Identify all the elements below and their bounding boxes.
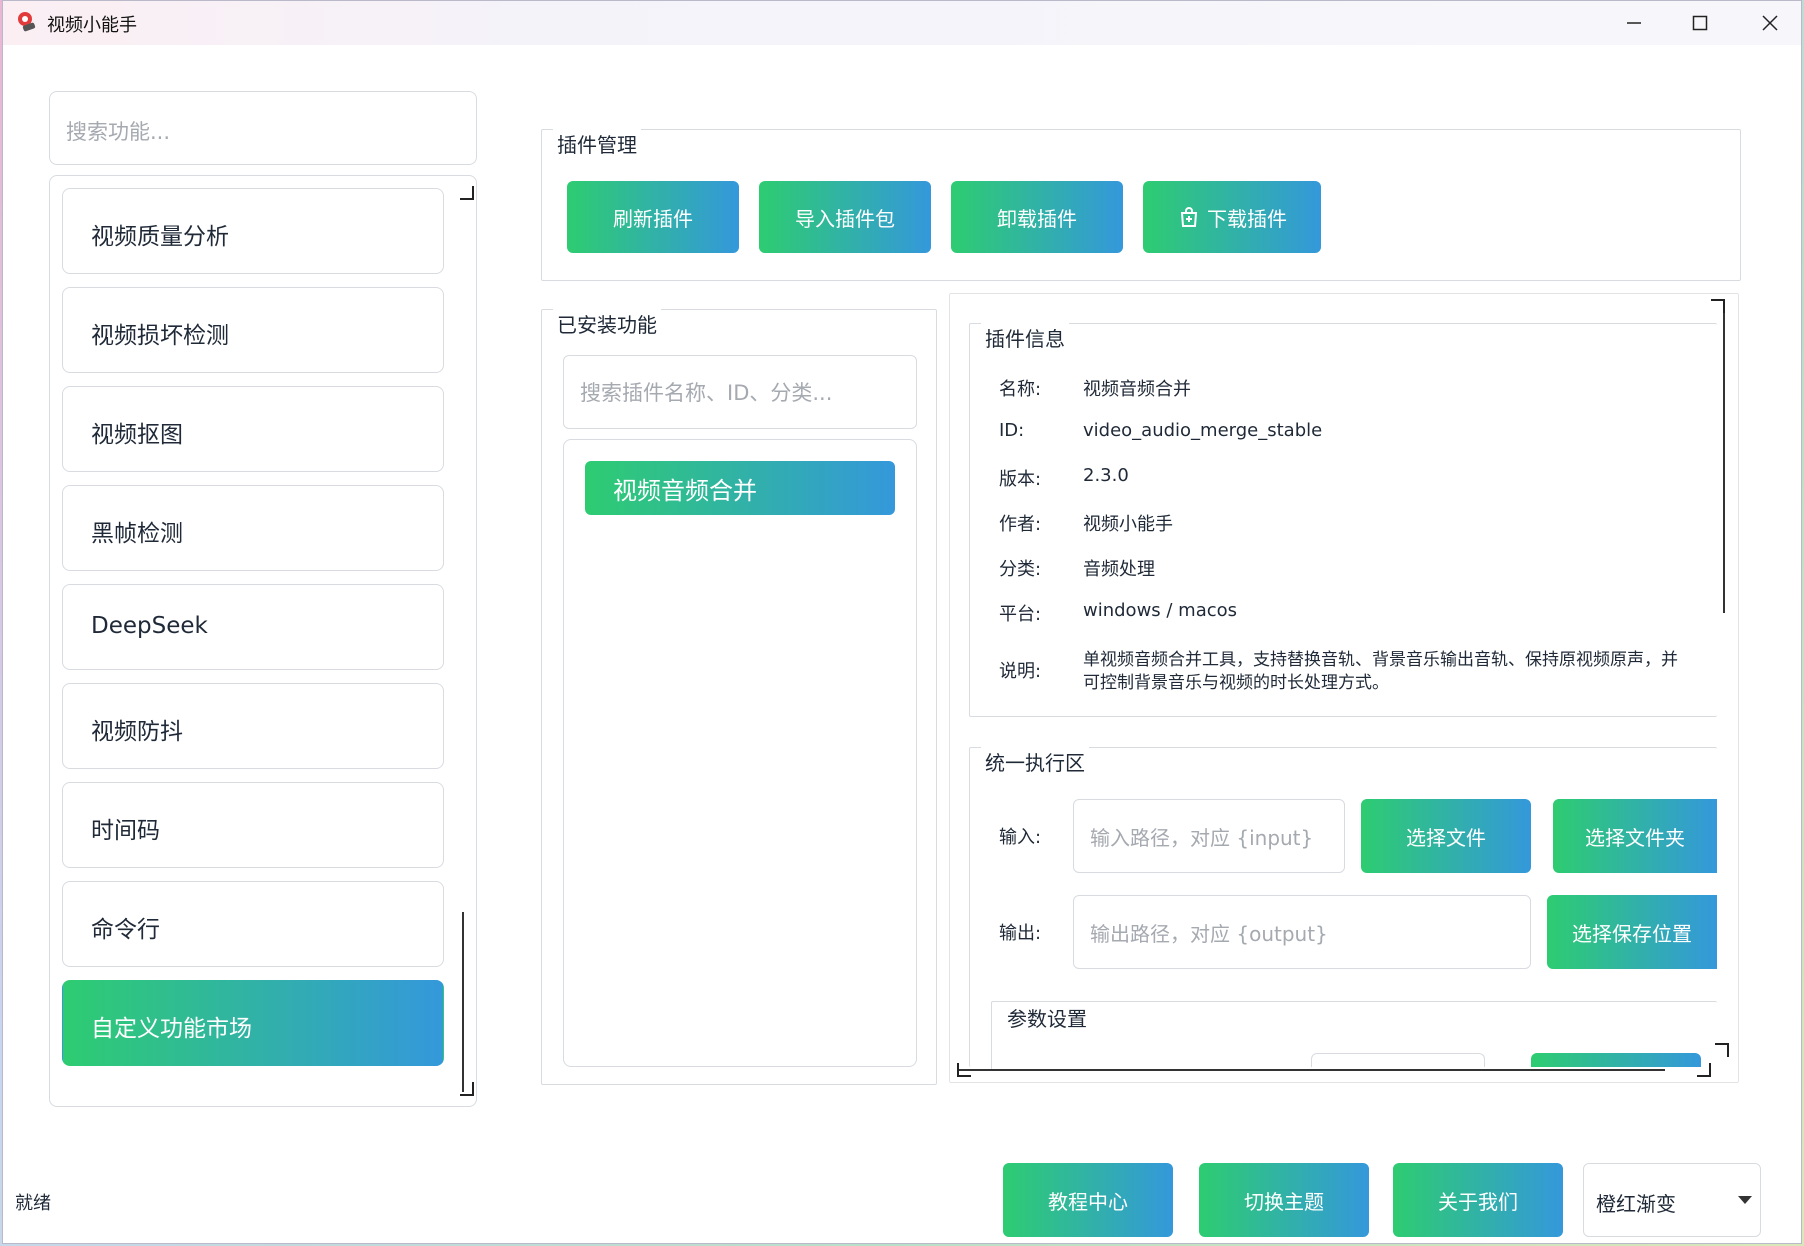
param-button-partial[interactable]: [1531, 1053, 1701, 1067]
plugin-description-label: 说明:: [999, 661, 1042, 682]
plugin-id-label: ID:: [999, 420, 1025, 441]
function-search-input[interactable]: 搜索功能...: [49, 91, 477, 165]
scroll-corner-bottom: [460, 1082, 474, 1096]
about-us-button[interactable]: 关于我们: [1393, 1163, 1563, 1237]
app-window: 视频小能手 搜索功能... 视频质量分析 视频损坏检测 视频抠图 黑帧检测 De…: [2, 0, 1802, 1244]
close-button[interactable]: [1735, 1, 1801, 45]
theme-select-value: 橙红渐变: [1596, 1192, 1676, 1216]
minimize-button[interactable]: [1599, 1, 1669, 45]
plugin-platform-label: 平台:: [999, 604, 1042, 625]
nav-item-timecode[interactable]: 时间码: [62, 782, 444, 868]
plugin-id-value: video_audio_merge_stable: [1083, 420, 1323, 441]
maximize-button[interactable]: [1665, 1, 1735, 45]
window-title: 视频小能手: [47, 15, 137, 36]
plugin-author-value: 视频小能手: [1083, 514, 1173, 535]
chevron-down-icon: [1738, 1196, 1752, 1204]
details-scrollbar[interactable]: [1723, 313, 1725, 613]
details-corner-left: [957, 1063, 971, 1077]
plugin-search-input[interactable]: 搜索插件名称、ID、分类...: [563, 355, 917, 429]
select-folder-button[interactable]: 选择文件夹: [1553, 799, 1717, 873]
nav-item-command-line[interactable]: 命令行: [62, 881, 444, 967]
status-text: 就绪: [15, 1193, 51, 1214]
download-plugin-button[interactable]: 下载插件: [1143, 181, 1321, 253]
plugin-platform-value: windows / macos: [1083, 600, 1238, 621]
plugin-info-title: 插件信息: [981, 323, 1069, 352]
download-plugin-label: 下载插件: [1207, 206, 1287, 231]
plugin-author-label: 作者:: [999, 514, 1042, 535]
nav-item-black-frame-detection[interactable]: 黑帧检测: [62, 485, 444, 571]
param-input-partial[interactable]: [1311, 1053, 1485, 1067]
output-label: 输出:: [999, 923, 1042, 944]
plugin-name-value: 视频音频合并: [1083, 379, 1191, 400]
import-plugin-package-button[interactable]: 导入插件包: [759, 181, 931, 253]
nav-item-video-matting[interactable]: 视频抠图: [62, 386, 444, 472]
input-label: 输入:: [999, 827, 1042, 848]
plugin-description-line1: 单视频音频合并工具，支持替换音轨、背景音乐输出音轨、保持原视频原声，并: [1083, 650, 1678, 670]
installed-plugin-item[interactable]: 视频音频合并: [585, 461, 895, 515]
title-bar: 视频小能手: [3, 1, 1801, 45]
details-corner-right: [1697, 1063, 1711, 1077]
installed-functions-title: 已安装功能: [553, 309, 661, 338]
plugin-version-value: 2.3.0: [1083, 465, 1129, 486]
output-path-field[interactable]: 输出路径，对应 {output}: [1073, 895, 1531, 969]
nav-item-video-damage-detection[interactable]: 视频损坏检测: [62, 287, 444, 373]
details-hscrollbar[interactable]: [957, 1069, 1665, 1071]
shopping-bag-icon: [1180, 207, 1198, 227]
plugin-category-label: 分类:: [999, 559, 1042, 580]
execution-title: 统一执行区: [981, 747, 1089, 776]
scroll-corner-top: [460, 186, 474, 200]
refresh-plugins-button[interactable]: 刷新插件: [567, 181, 739, 253]
input-path-field[interactable]: 输入路径，对应 {input}: [1073, 799, 1345, 873]
switch-theme-button[interactable]: 切换主题: [1199, 1163, 1369, 1237]
minimize-icon: [1627, 22, 1641, 24]
maximize-icon: [1692, 15, 1708, 31]
select-file-button[interactable]: 选择文件: [1361, 799, 1531, 873]
close-icon: [1762, 15, 1778, 31]
function-nav-list: 视频质量分析 视频损坏检测 视频抠图 黑帧检测 DeepSeek 视频防抖 时间…: [49, 175, 477, 1107]
nav-item-video-stabilization[interactable]: 视频防抖: [62, 683, 444, 769]
installed-plugin-list: [563, 439, 917, 1067]
params-title: 参数设置: [1003, 1003, 1091, 1032]
plugin-management-title: 插件管理: [553, 129, 641, 158]
details-corner-top: [1711, 299, 1725, 313]
select-save-location-button[interactable]: 选择保存位置: [1547, 895, 1717, 969]
details-corner-bottom: [1715, 1043, 1729, 1057]
theme-select[interactable]: 橙红渐变: [1583, 1163, 1761, 1237]
nav-item-deepseek[interactable]: DeepSeek: [62, 584, 444, 670]
nav-item-video-quality-analysis[interactable]: 视频质量分析: [62, 188, 444, 274]
nav-item-custom-market[interactable]: 自定义功能市场: [62, 980, 444, 1066]
plugin-description-line2: 可控制背景音乐与视频的时长处理方式。: [1083, 673, 1389, 693]
plugin-name-label: 名称:: [999, 379, 1042, 400]
uninstall-plugin-button[interactable]: 卸载插件: [951, 181, 1123, 253]
plugin-version-label: 版本:: [999, 469, 1042, 490]
sidebar-scrollbar[interactable]: [462, 912, 464, 1092]
app-logo-icon: [18, 12, 36, 32]
plugin-category-value: 音频处理: [1083, 559, 1155, 580]
tutorial-center-button[interactable]: 教程中心: [1003, 1163, 1173, 1237]
